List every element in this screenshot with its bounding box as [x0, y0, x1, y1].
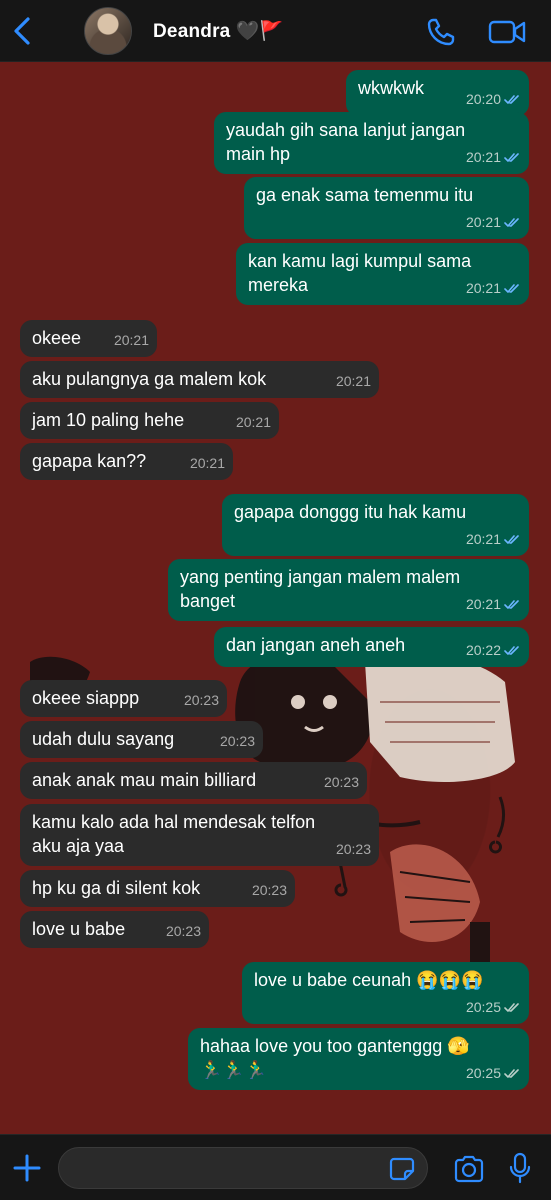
contact-avatar[interactable] [84, 7, 132, 55]
message-time: 20:23 [335, 841, 371, 857]
message-meta: 20:20 [466, 87, 521, 111]
read-receipt-icon [504, 645, 519, 655]
message-time: 20:23 [165, 923, 201, 939]
incoming-message[interactable]: kamu kalo ada hal mendesak telfon aku aj… [20, 804, 379, 866]
message-text: hahaa love you too gantenggg 🫣 🏃‍♂️🏃‍♂️🏃… [200, 1036, 470, 1080]
message-time: 20:23 [183, 692, 219, 708]
message-time: 20:20 [465, 91, 501, 107]
incoming-message[interactable]: udah dulu sayang 20:23 [20, 721, 263, 758]
read-receipt-icon [504, 283, 519, 293]
message-time: 20:21 [465, 596, 501, 612]
message-time: 20:25 [465, 999, 501, 1015]
camera-icon[interactable] [453, 1155, 485, 1183]
message-meta: 20:21 [336, 369, 371, 393]
message-list[interactable]: wkwkwk 20:20 yaudah gih sana lanjut jangan… [0, 62, 551, 1134]
message-text: hp ku ga di silent kok [32, 878, 201, 898]
message-time: 20:23 [251, 882, 287, 898]
message-meta: 20:21 [466, 210, 521, 234]
message-text: kamu kalo ada hal mendesak telfon aku aj… [32, 812, 316, 856]
chat-header: Deandra 🖤🚩 [0, 0, 551, 62]
message-meta: 20:23 [220, 729, 255, 753]
message-time: 20:21 [113, 332, 149, 348]
message-text: yang penting jangan malem malem banget [180, 567, 461, 611]
outgoing-message[interactable]: dan jangan aneh aneh 20:22 [214, 627, 529, 667]
message-time: 20:22 [465, 642, 501, 658]
message-meta: 20:21 [236, 410, 271, 434]
incoming-message[interactable]: anak anak mau main billiard 20:23 [20, 762, 367, 799]
message-input[interactable] [58, 1147, 428, 1189]
message-text: kan kamu lagi kumpul sama mereka [248, 251, 472, 295]
composer-bar [0, 1134, 551, 1200]
incoming-message[interactable]: okeee siappp 20:23 [20, 680, 227, 717]
message-text: okeee siappp [32, 688, 140, 708]
outgoing-message[interactable]: wkwkwk 20:20 [346, 70, 529, 116]
read-receipt-icon [504, 217, 519, 227]
message-meta: 20:22 [466, 638, 521, 662]
outgoing-message[interactable]: hahaa love you too gantenggg 🫣 🏃‍♂️🏃‍♂️🏃… [188, 1028, 529, 1090]
outgoing-message[interactable]: gapapa donggg itu hak kamu 20:21 [222, 494, 529, 556]
back-chevron-icon[interactable] [10, 16, 34, 46]
video-camera-icon[interactable] [488, 18, 526, 46]
message-text: okeee [32, 328, 82, 348]
message-text: love u babe ceunah 😭😭😭 [254, 970, 484, 990]
sticker-icon[interactable] [389, 1157, 415, 1181]
message-text: gapapa kan?? [32, 451, 147, 471]
message-text: udah dulu sayang [32, 729, 175, 749]
outgoing-message[interactable]: kan kamu lagi kumpul sama mereka 20:21 [236, 243, 529, 305]
message-time: 20:21 [465, 280, 501, 296]
message-meta: 20:21 [466, 592, 521, 616]
message-text: love u babe [32, 919, 126, 939]
message-text: gapapa donggg itu hak kamu [234, 502, 467, 522]
message-meta: 20:21 [466, 527, 521, 551]
message-time: 20:23 [219, 733, 255, 749]
message-time: 20:21 [465, 214, 501, 230]
microphone-icon[interactable] [508, 1152, 532, 1184]
message-meta: 20:21 [190, 451, 225, 475]
message-meta: 20:21 [114, 328, 149, 352]
outgoing-message[interactable]: yaudah gih sana lanjut jangan main hp 20:… [214, 112, 529, 174]
message-meta: 20:21 [466, 145, 521, 169]
message-meta: 20:25 [466, 1061, 521, 1085]
plus-icon[interactable] [12, 1153, 42, 1183]
read-receipt-icon [504, 152, 519, 162]
outgoing-message[interactable]: love u babe ceunah 😭😭😭 20:25 [242, 962, 529, 1024]
message-text: jam 10 paling hehe [32, 410, 185, 430]
message-text: wkwkwk [358, 78, 424, 98]
incoming-message[interactable]: aku pulangnya ga malem kok 20:21 [20, 361, 379, 398]
read-receipt-icon [504, 534, 519, 544]
message-meta: 20:23 [324, 770, 359, 794]
message-text: aku pulangnya ga malem kok [32, 369, 267, 389]
message-time: 20:21 [235, 414, 271, 430]
message-time: 20:25 [465, 1065, 501, 1081]
delivered-receipt-icon [504, 1002, 519, 1012]
message-time: 20:23 [323, 774, 359, 790]
incoming-message[interactable]: hp ku ga di silent kok 20:23 [20, 870, 295, 907]
message-time: 20:21 [465, 149, 501, 165]
message-time: 20:21 [465, 531, 501, 547]
message-text: anak anak mau main billiard [32, 770, 257, 790]
outgoing-message[interactable]: yang penting jangan malem malem banget 20… [168, 559, 529, 621]
phone-icon[interactable] [426, 17, 456, 47]
incoming-message[interactable]: okeee 20:21 [20, 320, 157, 357]
contact-name[interactable]: Deandra 🖤🚩 [153, 19, 284, 43]
message-meta: 20:25 [466, 995, 521, 1019]
message-meta: 20:21 [466, 276, 521, 300]
read-receipt-icon [504, 94, 519, 104]
message-text: dan jangan aneh aneh [226, 635, 406, 655]
incoming-message[interactable]: gapapa kan?? 20:21 [20, 443, 233, 480]
message-time: 20:21 [335, 373, 371, 389]
delivered-receipt-icon [504, 1068, 519, 1078]
read-receipt-icon [504, 599, 519, 609]
message-meta: 20:23 [166, 919, 201, 943]
message-text: ga enak sama temenmu itu [256, 185, 474, 205]
outgoing-message[interactable]: ga enak sama temenmu itu 20:21 [244, 177, 529, 239]
message-meta: 20:23 [336, 837, 371, 861]
message-meta: 20:23 [184, 688, 219, 712]
incoming-message[interactable]: jam 10 paling hehe 20:21 [20, 402, 279, 439]
message-text: yaudah gih sana lanjut jangan main hp [226, 120, 466, 164]
message-meta: 20:23 [252, 878, 287, 902]
message-time: 20:21 [189, 455, 225, 471]
incoming-message[interactable]: love u babe 20:23 [20, 911, 209, 948]
